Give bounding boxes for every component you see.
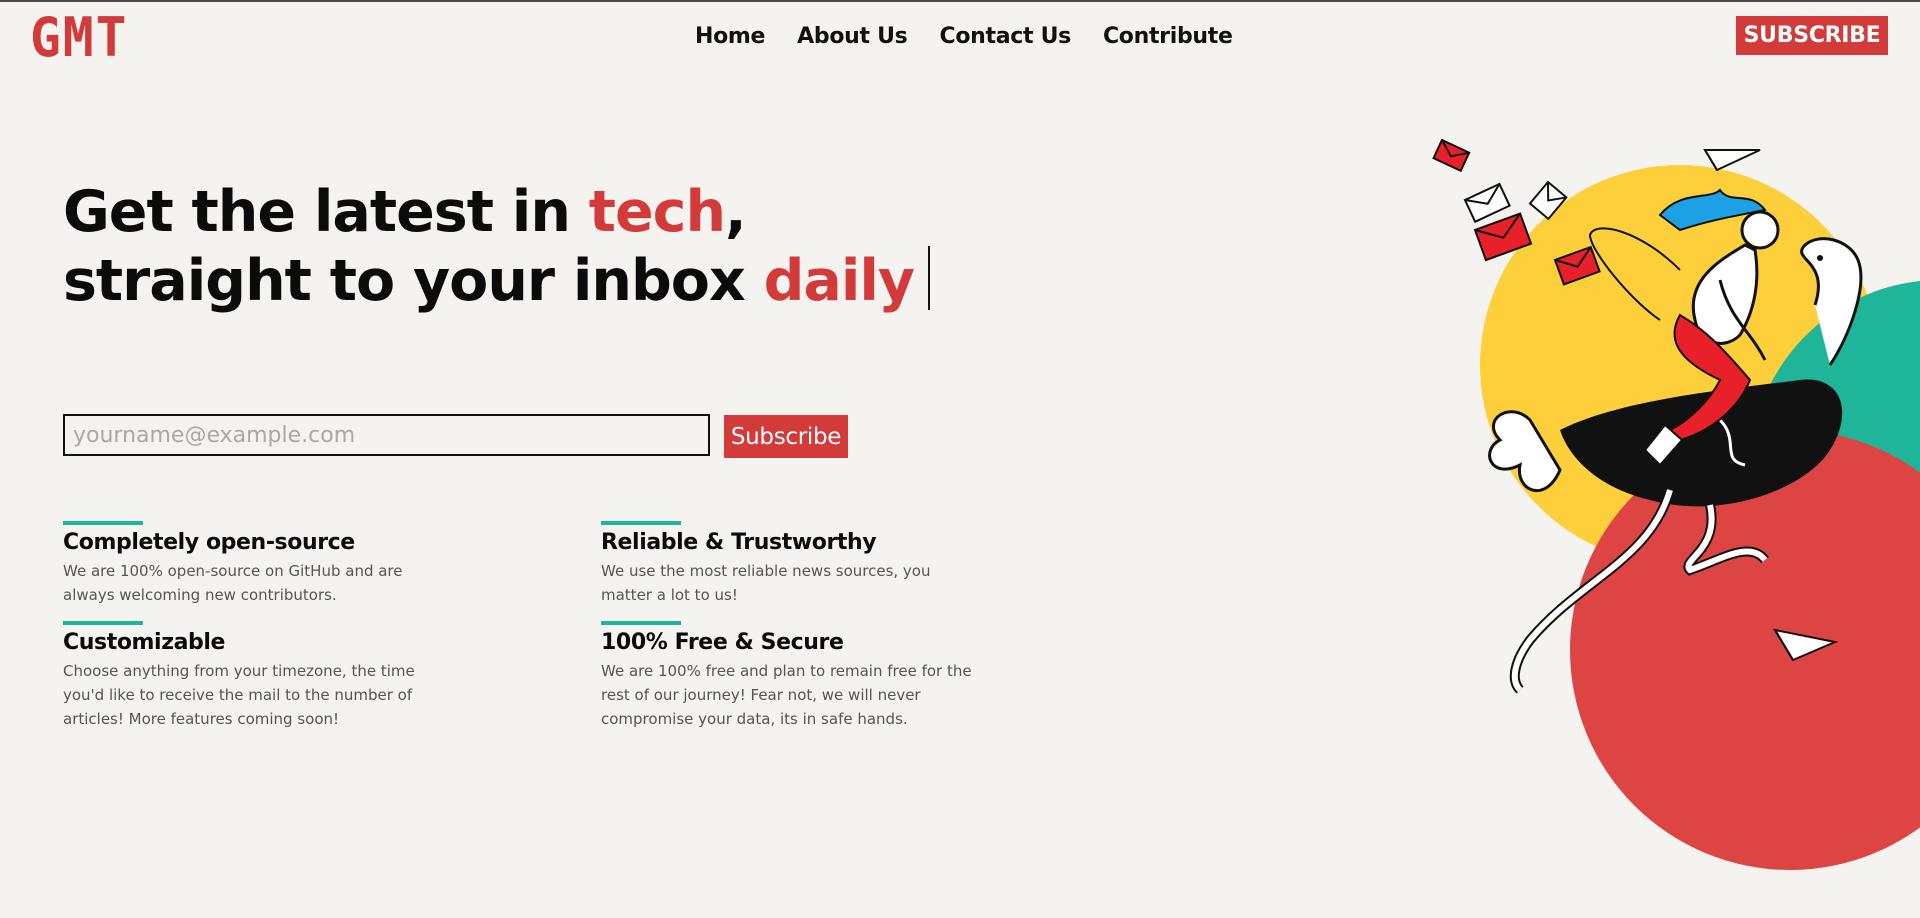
hero-illustration	[1432, 138, 1920, 870]
feature-divider	[601, 521, 681, 525]
feature-reliable: Reliable & Trustworthy We use the most r…	[601, 521, 981, 607]
envelope-icon	[1432, 138, 1471, 173]
nav-contact-us[interactable]: Contact Us	[939, 24, 1071, 49]
nav-home[interactable]: Home	[695, 24, 765, 49]
feature-divider	[63, 521, 143, 525]
feature-title: Completely open-source	[63, 530, 355, 555]
envelope-icon	[1463, 182, 1511, 224]
nav-contribute[interactable]: Contribute	[1103, 24, 1233, 49]
nav-about-us[interactable]: About Us	[797, 24, 908, 49]
window-top-border	[0, 0, 1920, 2]
feature-divider	[601, 621, 681, 625]
headline-text-1: Get the latest in	[63, 179, 589, 245]
hero-headline: Get the latest in tech, straight to your…	[63, 178, 963, 316]
feature-open-source: Completely open-source We are 100% open-…	[63, 521, 443, 607]
feature-description: We are 100% free and plan to remain free…	[601, 662, 972, 728]
feature-title: Reliable & Trustworthy	[601, 530, 877, 555]
feature-description: We use the most reliable news sources, y…	[601, 562, 931, 604]
site-logo[interactable]: GMT	[30, 6, 128, 69]
headline-accent-daily: daily	[763, 248, 915, 314]
feature-title: Customizable	[63, 630, 226, 655]
headline-accent-tech: tech	[588, 179, 726, 245]
typing-cursor	[928, 246, 931, 311]
header-subscribe-button[interactable]: SUBSCRIBE	[1736, 16, 1888, 55]
feature-description: Choose anything from your timezone, the …	[63, 662, 415, 728]
paper-plane-icon	[1703, 149, 1761, 172]
feature-divider	[63, 621, 143, 625]
subscribe-button[interactable]: Subscribe	[724, 415, 848, 458]
feature-free-secure: 100% Free & Secure We are 100% free and …	[601, 621, 1001, 731]
feature-customizable: Customizable Choose anything from your t…	[63, 621, 443, 731]
main-nav: Home About Us Contact Us Contribute	[695, 24, 1233, 49]
feature-title: 100% Free & Secure	[601, 630, 844, 655]
feature-description: We are 100% open-source on GitHub and ar…	[63, 562, 403, 604]
email-input[interactable]	[63, 414, 710, 456]
